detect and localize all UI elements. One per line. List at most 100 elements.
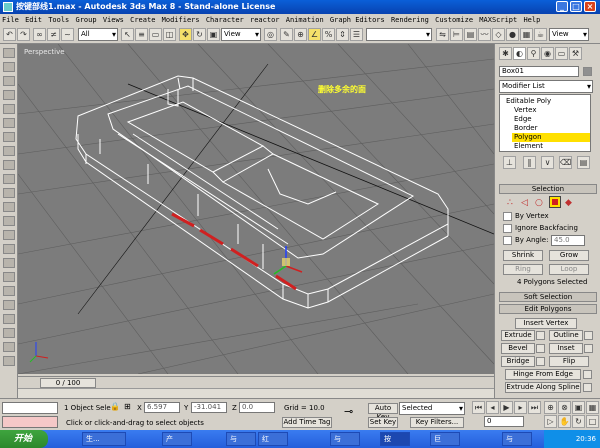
task-item[interactable]: 巨 [430, 432, 460, 446]
edit-polygons-rollout-header[interactable]: Edit Polygons [499, 304, 597, 314]
dashpot-icon[interactable] [3, 146, 15, 156]
select-object-icon[interactable]: ↖ [121, 28, 134, 41]
menu-file[interactable]: File [0, 14, 21, 26]
toy-car-icon[interactable] [3, 188, 15, 198]
x-coordinate-field[interactable]: 6.597 [144, 402, 180, 413]
mirror-icon[interactable]: ⇋ [436, 28, 449, 41]
stack-item-edge[interactable]: Edge [512, 115, 590, 124]
extrude-along-spline-button[interactable]: Extrude Along Spline [505, 382, 581, 393]
object-color-swatch[interactable] [583, 67, 592, 76]
window-crossing-icon[interactable]: ◫ [163, 28, 176, 41]
render-scene-icon[interactable]: ▦ [520, 28, 533, 41]
property-icon[interactable] [3, 328, 15, 338]
plane-icon[interactable] [3, 118, 15, 128]
menu-reactor[interactable]: reactor [248, 14, 282, 26]
cloth-collection-icon[interactable] [3, 62, 15, 72]
ragdoll-icon[interactable] [3, 244, 15, 254]
move-icon[interactable]: ✥ [179, 28, 192, 41]
extrude-settings-icon[interactable] [536, 331, 545, 340]
reference-coordinate-dropdown[interactable]: View [221, 28, 261, 41]
hinge-icon[interactable] [3, 258, 15, 268]
z-coordinate-field[interactable]: 0.0 [239, 402, 275, 413]
menu-create[interactable]: Create [128, 14, 157, 26]
shrink-button[interactable]: Shrink [503, 250, 543, 261]
maxscript-listener[interactable] [2, 402, 58, 414]
add-time-tag-button[interactable]: Add Time Tag [282, 417, 332, 428]
menu-modifiers[interactable]: Modifiers [160, 14, 202, 26]
task-item[interactable]: 与 [330, 432, 360, 446]
named-selection-sets-dropdown[interactable] [366, 28, 432, 41]
go-to-start-icon[interactable]: ⏮ [472, 401, 485, 414]
outline-settings-icon[interactable] [584, 331, 593, 340]
selection-rollout-header[interactable]: Selection [499, 184, 597, 194]
select-by-name-icon[interactable]: ≡ [135, 28, 148, 41]
y-coordinate-field[interactable]: -31.041 [191, 402, 227, 413]
selection-filter-dropdown[interactable]: All [78, 28, 118, 41]
zoom-all-icon[interactable]: ⊗ [558, 401, 571, 414]
maximize-viewport-icon[interactable]: □ [586, 415, 599, 428]
key-filters-button[interactable]: Key Filters... [410, 417, 464, 428]
pin-stack-icon[interactable]: ⊥ [503, 156, 516, 169]
rectangle-selection-icon[interactable]: ▭ [149, 28, 162, 41]
task-item[interactable]: 产 [162, 432, 192, 446]
schematic-view-icon[interactable]: ◇ [492, 28, 505, 41]
deform-mesh-icon[interactable] [3, 104, 15, 114]
maxscript-mini-listener[interactable] [2, 416, 58, 428]
named-selection-icon[interactable]: ☰ [350, 28, 363, 41]
vertex-mode-icon[interactable]: ∴ [507, 198, 513, 208]
unlink-icon[interactable]: ≠ [47, 28, 60, 41]
rope-collection-icon[interactable] [3, 90, 15, 100]
minimize-button[interactable]: _ [556, 1, 568, 12]
by-vertex-checkbox[interactable] [503, 212, 512, 221]
set-key-button[interactable]: Set Key [368, 417, 398, 428]
extrude-button[interactable]: Extrude [501, 330, 535, 341]
task-item[interactable]: 与 [502, 432, 532, 446]
stack-item-editable-poly[interactable]: Editable Poly [504, 97, 582, 106]
rotate-icon[interactable]: ↻ [193, 28, 206, 41]
show-end-result-icon[interactable]: ‖ [523, 156, 536, 169]
pivot-center-icon[interactable]: ◎ [264, 28, 277, 41]
stack-item-element[interactable]: Element [512, 142, 590, 151]
preview-animation-icon[interactable] [3, 342, 15, 352]
bevel-settings-icon[interactable] [536, 344, 545, 353]
link-icon[interactable]: ∞ [33, 28, 46, 41]
menu-customize[interactable]: Customize [433, 14, 475, 26]
loop-button[interactable]: Loop [549, 264, 589, 275]
spinner-snap-icon[interactable]: ⇕ [336, 28, 349, 41]
time-slider[interactable]: 0 / 100 [18, 376, 494, 388]
flip-button[interactable]: Flip [549, 356, 589, 367]
wind-icon[interactable] [3, 174, 15, 184]
task-item[interactable]: 红 [258, 432, 288, 446]
bridge-button[interactable]: Bridge [501, 356, 535, 367]
menu-graph-editors[interactable]: Graph Editors [328, 14, 387, 26]
align-icon[interactable]: ⊨ [450, 28, 463, 41]
absolute-mode-icon[interactable]: ⊞ [124, 402, 131, 411]
object-name-field[interactable]: Box01 [499, 66, 579, 77]
undo-icon[interactable]: ↶ [3, 28, 16, 41]
perspective-viewport[interactable] [18, 44, 494, 374]
angle-snap-icon[interactable]: ∠ [308, 28, 321, 41]
modify-tab-icon[interactable]: ◐ [513, 47, 526, 60]
menu-group[interactable]: Group [74, 14, 99, 26]
arc-rotate-icon[interactable]: ↻ [572, 415, 585, 428]
menu-edit[interactable]: Edit [23, 14, 44, 26]
viewport-label[interactable]: Perspective [24, 48, 65, 56]
ring-button[interactable]: Ring [503, 264, 543, 275]
time-slider-thumb[interactable]: 0 / 100 [40, 378, 96, 388]
set-key-icon[interactable]: ⊸ [344, 405, 353, 418]
zoom-icon[interactable]: ⊕ [544, 401, 557, 414]
inset-settings-icon[interactable] [584, 344, 593, 353]
water-icon[interactable] [3, 216, 15, 226]
menu-maxscript[interactable]: MAXScript [477, 14, 519, 26]
car-wheel-icon[interactable] [3, 300, 15, 310]
clock[interactable]: 20:36 [576, 435, 596, 443]
create-animation-icon[interactable] [3, 356, 15, 366]
menu-views[interactable]: Views [101, 14, 126, 26]
edge-mode-icon[interactable]: ◁ [521, 198, 528, 208]
menu-tools[interactable]: Tools [46, 14, 71, 26]
polygon-mode-icon[interactable] [549, 196, 561, 208]
menu-character[interactable]: Character [204, 14, 246, 26]
task-item[interactable]: 与 [226, 432, 256, 446]
curve-editor-icon[interactable]: 〰 [478, 28, 491, 41]
remove-modifier-icon[interactable]: ⌫ [559, 156, 572, 169]
